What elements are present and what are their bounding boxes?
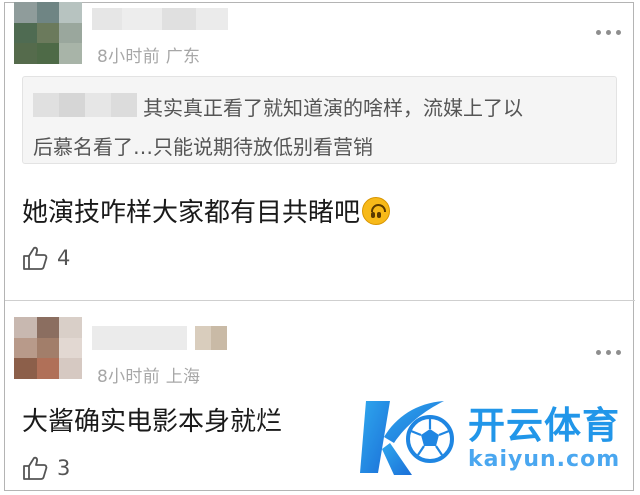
upside-down-face-icon bbox=[362, 197, 391, 225]
quoted-reply[interactable]: 其实真正看了就知道演的啥样，流媒上了以 后慕名看了…只能说期待放低别看营销 bbox=[22, 76, 617, 164]
thumbs-up-icon bbox=[23, 246, 48, 270]
watermark-url: kaiyun.com bbox=[468, 447, 621, 472]
watermark: 开云体育 kaiyun.com bbox=[360, 395, 630, 480]
comment-text: 大酱确实电影本身就烂 bbox=[22, 407, 283, 437]
like-button[interactable]: 4 bbox=[22, 245, 70, 271]
comment-text-content: 她演技咋样大家都有目共睹吧 bbox=[22, 198, 361, 228]
like-count: 4 bbox=[57, 246, 71, 270]
more-options-icon[interactable] bbox=[596, 30, 621, 35]
avatar[interactable] bbox=[14, 317, 82, 379]
divider bbox=[5, 300, 635, 301]
comment-text: 她演技咋样大家都有目共睹吧 bbox=[22, 192, 391, 229]
comment-meta: 8小时前 上海 bbox=[97, 367, 201, 387]
avatar[interactable] bbox=[14, 2, 82, 64]
watermark-brand: 开云体育 bbox=[468, 404, 620, 447]
quoted-username-blurred bbox=[33, 93, 137, 117]
like-count: 3 bbox=[57, 456, 71, 480]
quoted-text-line1: 其实真正看了就知道演的啥样，流媒上了以 bbox=[143, 96, 523, 120]
like-button[interactable]: 3 bbox=[22, 455, 70, 481]
username-blurred[interactable] bbox=[92, 326, 227, 350]
kaiyun-logo-icon bbox=[360, 401, 454, 475]
username-blurred[interactable] bbox=[92, 8, 228, 30]
thumbs-up-icon bbox=[23, 456, 48, 480]
comment-meta: 8小时前 广东 bbox=[97, 47, 201, 67]
quoted-text-line2: 后慕名看了…只能说期待放低别看营销 bbox=[33, 135, 373, 159]
more-options-icon[interactable] bbox=[596, 350, 621, 355]
